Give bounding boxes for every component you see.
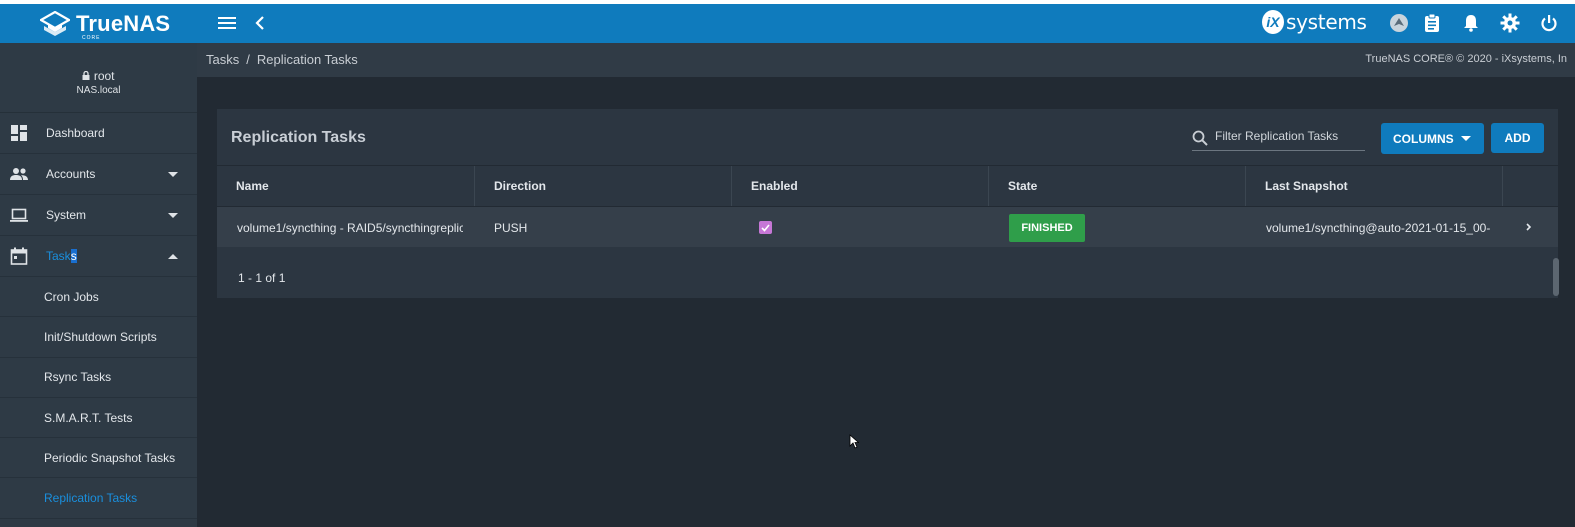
- column-header-last-snapshot[interactable]: Last Snapshot: [1246, 166, 1503, 206]
- card-title: Replication Tasks: [231, 129, 366, 146]
- calendar-icon: [10, 247, 28, 265]
- clipboard-icon[interactable]: [1421, 12, 1443, 34]
- user-line: root: [0, 69, 197, 83]
- status-badge[interactable]: FINISHED: [1009, 213, 1085, 242]
- breadcrumb-current: Replication Tasks: [256, 52, 358, 67]
- top-bar: TrueNAS CORE iX systems: [0, 4, 1575, 43]
- sidebar-item-label: Accounts: [46, 167, 96, 181]
- add-button[interactable]: ADD: [1491, 123, 1544, 153]
- filter-field: [1192, 127, 1365, 151]
- breadcrumb-bar: Tasks / Replication Tasks TrueNAS CORE® © …: [197, 43, 1575, 77]
- replication-tasks-card: Replication Tasks COLUMNS ADD Name Direc…: [217, 109, 1558, 298]
- sidebar-subitem-rsync[interactable]: Rsync Tasks: [0, 357, 197, 398]
- sidebar-subitem-periodic-snapshot[interactable]: Periodic Snapshot Tasks: [0, 438, 197, 479]
- user-name: root: [93, 69, 115, 83]
- truenas-logo[interactable]: TrueNAS CORE: [40, 11, 171, 41]
- sidebar-item-label: Tasks: [46, 249, 77, 263]
- user-host: NAS.local: [76, 85, 121, 96]
- brand-name: TrueNAS: [76, 11, 171, 36]
- cell-enabled: [739, 207, 939, 248]
- search-icon: [1192, 130, 1208, 146]
- ixsystems-logo-mark: iX: [1262, 10, 1284, 34]
- cell-direction: PUSH: [494, 220, 528, 235]
- chevron-left-icon[interactable]: [249, 12, 271, 34]
- pagination-text: 1 - 1 of 1: [238, 271, 286, 285]
- dashboard-icon: [11, 125, 27, 141]
- sidebar-item-label: Dashboard: [46, 126, 105, 140]
- bell-icon[interactable]: [1460, 12, 1482, 34]
- columns-button-label: COLUMNS: [1393, 131, 1454, 146]
- sidebar: root NAS.local Dashboard Accounts System…: [0, 43, 197, 527]
- sidebar-subitem-cron-jobs[interactable]: Cron Jobs: [0, 277, 197, 318]
- lock-icon: [82, 70, 90, 80]
- enabled-checkbox[interactable]: [759, 221, 772, 234]
- breadcrumb-separator: /: [246, 52, 250, 67]
- truecommand-icon[interactable]: [1388, 12, 1410, 34]
- column-header-enabled[interactable]: Enabled: [732, 166, 989, 206]
- column-header-name[interactable]: Name: [217, 166, 475, 206]
- copyright-text: TrueNAS CORE® © 2020 - iXsystems, In: [1365, 53, 1567, 65]
- caret-down-icon: [168, 171, 178, 177]
- mouse-cursor-icon: [849, 434, 859, 449]
- table-header: Name Direction Enabled State Last Snapsh…: [217, 166, 1558, 207]
- card-header: Replication Tasks COLUMNS ADD: [217, 109, 1558, 166]
- columns-button[interactable]: COLUMNS: [1381, 123, 1484, 154]
- column-header-direction[interactable]: Direction: [475, 166, 732, 206]
- filter-input[interactable]: [1215, 129, 1365, 143]
- breadcrumb: Tasks / Replication Tasks: [206, 52, 358, 67]
- caret-up-icon: [168, 253, 178, 259]
- power-icon[interactable]: [1538, 12, 1560, 34]
- truenas-logo-icon: [40, 11, 70, 36]
- cell-name: volume1/syncthing - RAID5/syncthingrepli…: [237, 220, 463, 235]
- sidebar-subitem-init-shutdown[interactable]: Init/Shutdown Scripts: [0, 317, 197, 358]
- sidebar-item-system[interactable]: System: [0, 195, 197, 236]
- sidebar-subitem-replication[interactable]: Replication Tasks: [0, 478, 197, 519]
- accounts-icon: [10, 168, 28, 180]
- chevron-right-icon[interactable]: [1522, 220, 1536, 234]
- tasks-label-selected: s: [70, 249, 77, 263]
- gear-icon[interactable]: [1499, 12, 1521, 34]
- cell-last-snapshot: volume1/syncthing@auto-2021-01-15_00-00: [1266, 220, 1490, 235]
- tasks-label-prefix: Task: [46, 249, 71, 263]
- user-box: root NAS.local: [0, 43, 197, 113]
- sidebar-item-label: System: [46, 208, 87, 222]
- brand-sub: CORE: [82, 35, 101, 41]
- caret-down-icon: [1461, 136, 1471, 141]
- sidebar-subitem-smart[interactable]: S.M.A.R.T. Tests: [0, 397, 197, 439]
- table-row[interactable]: volume1/syncthing - RAID5/syncthingrepli…: [217, 207, 1558, 248]
- sidebar-item-accounts[interactable]: Accounts: [0, 154, 197, 195]
- laptop-icon: [10, 208, 28, 222]
- checkmark-icon: [761, 223, 770, 232]
- ixsystems-logo[interactable]: iX systems: [1262, 10, 1367, 34]
- menu-icon[interactable]: [216, 12, 238, 34]
- breadcrumb-parent[interactable]: Tasks: [206, 52, 239, 67]
- column-header-state[interactable]: State: [989, 166, 1246, 206]
- cell-state: FINISHED: [989, 207, 1229, 248]
- sidebar-item-tasks[interactable]: Tasks: [0, 236, 197, 277]
- sidebar-item-dashboard[interactable]: Dashboard: [0, 113, 197, 154]
- caret-down-icon: [168, 212, 178, 218]
- vertical-scrollbar[interactable]: [1553, 258, 1559, 296]
- ixsystems-logo-text: systems: [1286, 10, 1367, 34]
